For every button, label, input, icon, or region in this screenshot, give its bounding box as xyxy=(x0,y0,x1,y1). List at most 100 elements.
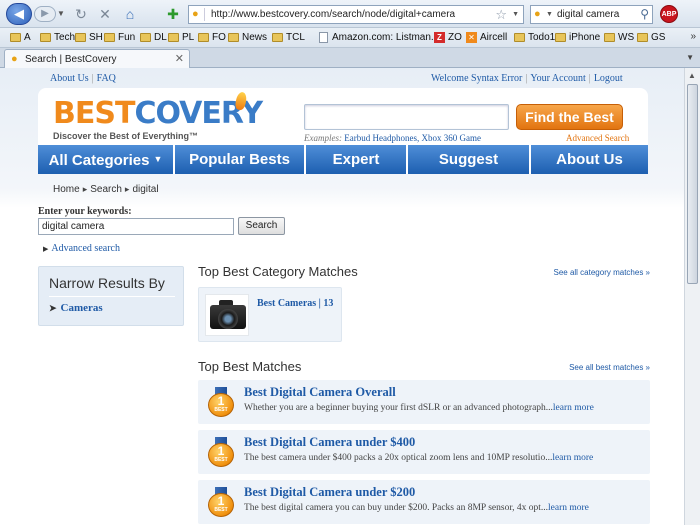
category-card[interactable]: Best Cameras | 13 xyxy=(198,287,342,342)
category-matches-title: Top Best Category Matches xyxy=(198,264,358,279)
bookmark-item[interactable]: News xyxy=(228,31,267,45)
bookmark-item[interactable]: DL xyxy=(140,31,167,45)
best-match-description: Whether you are a beginner buying your f… xyxy=(244,403,594,413)
learn-more-link[interactable]: learn more xyxy=(553,403,594,413)
see-all-best-matches-link[interactable]: See all best matches » xyxy=(569,363,650,372)
bookmark-item[interactable]: SH xyxy=(75,31,103,45)
best-medal-icon: 1 BEST xyxy=(206,387,236,417)
bookmark-item[interactable]: A xyxy=(10,31,31,45)
home-icon[interactable]: ⌂ xyxy=(121,5,139,23)
folder-icon xyxy=(168,33,179,42)
see-all-category-matches-link[interactable]: See all category matches » xyxy=(554,268,651,277)
bookmark-page-icon: ✕ xyxy=(466,32,477,43)
history-dropdown-icon[interactable]: ▼ xyxy=(57,9,65,18)
bookmark-item[interactable]: iPhone xyxy=(555,31,600,45)
best-match-item[interactable]: 1 BEST Best Digital Camera under $200 The b… xyxy=(198,480,650,524)
close-tab-icon[interactable]: ✕ xyxy=(175,52,184,65)
bookmark-page-icon xyxy=(319,32,328,43)
breadcrumb-search[interactable]: Search xyxy=(90,184,122,195)
find-the-best-button[interactable]: Find the Best xyxy=(516,104,623,130)
bookmark-item[interactable]: WS xyxy=(604,31,634,45)
folder-icon xyxy=(637,33,648,42)
tagline: Discover the Best of Everything™ xyxy=(53,131,199,141)
folder-icon xyxy=(555,33,566,42)
narrow-results-panel: Narrow Results By ➤ Cameras xyxy=(38,266,184,326)
welcome-link[interactable]: Welcome Syntax Error xyxy=(431,73,522,84)
bookmark-item[interactable]: Todo1 xyxy=(514,31,555,45)
tab-title: Search | BestCovery xyxy=(25,54,117,65)
triangle-right-icon: ▶ xyxy=(43,245,49,253)
scroll-up-icon[interactable]: ▲ xyxy=(688,71,696,80)
search-engine-dropdown-icon[interactable]: ▼ xyxy=(546,11,553,18)
bookmark-item[interactable]: PL xyxy=(168,31,194,45)
narrow-item-cameras[interactable]: ➤ Cameras xyxy=(49,302,103,314)
nav-popular-bests[interactable]: Popular Bests xyxy=(175,145,306,174)
best-match-title[interactable]: Best Digital Camera under $400 xyxy=(244,435,415,450)
keywords-input[interactable]: digital camera xyxy=(38,218,234,235)
advanced-search-toggle[interactable]: ▶ Advanced search xyxy=(43,243,120,254)
best-match-item[interactable]: 1 BEST Best Digital Camera under $400 The b… xyxy=(198,430,650,474)
bookmark-star-icon[interactable]: ☆ xyxy=(495,7,507,23)
url-bar[interactable]: ● http://www.bestcovery.com/search/node/… xyxy=(188,5,524,24)
search-icon[interactable]: ⚲ xyxy=(640,7,649,21)
bookmark-item[interactable]: Amazon.com: Listman... xyxy=(318,31,439,45)
best-matches-title: Top Best Matches xyxy=(198,359,302,374)
site-search-input[interactable] xyxy=(304,104,509,130)
advanced-search-link[interactable]: Advanced Search xyxy=(566,133,629,143)
breadcrumb-arrow-icon: ▸ xyxy=(124,184,130,194)
folder-icon xyxy=(514,33,525,42)
search-engine-icon[interactable]: ● xyxy=(534,8,541,20)
folder-icon xyxy=(198,33,209,42)
bookmark-item[interactable]: Fun xyxy=(104,31,135,45)
back-button[interactable]: ◀ xyxy=(6,3,32,25)
folder-icon xyxy=(10,33,21,42)
page-scrollbar[interactable]: ▲ xyxy=(684,68,700,525)
learn-more-link[interactable]: learn more xyxy=(552,453,593,463)
logout-link[interactable]: Logout xyxy=(594,73,623,84)
example-links[interactable]: Earbud Headphones, Xbox 360 Game xyxy=(344,133,481,143)
category-card-label[interactable]: Best Cameras | 13 xyxy=(257,298,333,309)
about-us-link[interactable]: About Us xyxy=(50,73,89,84)
stop-icon[interactable]: ✕ xyxy=(96,5,114,23)
bookmark-item[interactable]: ✕ Aircell xyxy=(466,31,507,45)
nav-about-us[interactable]: About Us xyxy=(531,145,648,174)
tab-active[interactable]: ● Search | BestCovery ✕ xyxy=(4,49,190,68)
tab-list-dropdown-icon[interactable]: ▼ xyxy=(686,53,694,62)
bookmark-item[interactable]: FO xyxy=(198,31,226,45)
nav-all-categories[interactable]: All Categories ▼ xyxy=(38,145,175,174)
site-logo[interactable]: BESTCOVERY xyxy=(53,98,263,130)
bookmarks-overflow-button[interactable]: » xyxy=(690,31,696,42)
breadcrumb-home[interactable]: Home xyxy=(53,184,80,195)
adblock-plus-icon[interactable]: ABP xyxy=(660,5,678,23)
bookmark-item[interactable]: Z ZO xyxy=(434,31,462,45)
your-account-link[interactable]: Your Account xyxy=(530,73,585,84)
bookmark-item[interactable]: Tech xyxy=(40,31,75,45)
faq-link[interactable]: FAQ xyxy=(97,73,116,84)
nav-expert[interactable]: Expert xyxy=(306,145,408,174)
browser-search-input[interactable]: digital camera xyxy=(557,9,619,20)
bookmark-item[interactable]: TCL xyxy=(272,31,305,45)
best-match-item[interactable]: 1 BEST Best Digital Camera Overall Whether … xyxy=(198,380,650,424)
tab-favicon-icon: ● xyxy=(11,53,18,65)
best-medal-icon: 1 BEST xyxy=(206,487,236,517)
browser-search-box[interactable]: ● ▼ digital camera ⚲ xyxy=(530,5,653,24)
search-button[interactable]: Search xyxy=(238,217,285,235)
best-medal-icon: 1 BEST xyxy=(206,437,236,467)
search-examples: Examples: Earbud Headphones, Xbox 360 Ga… xyxy=(304,133,481,143)
url-text[interactable]: http://www.bestcovery.com/search/node/di… xyxy=(211,9,455,20)
scroll-thumb[interactable] xyxy=(687,84,698,284)
refresh-icon[interactable]: ↻ xyxy=(72,5,90,23)
url-dropdown-icon[interactable]: ▼ xyxy=(512,11,519,18)
camera-thumbnail-icon[interactable] xyxy=(205,294,249,336)
best-match-title[interactable]: Best Digital Camera under $200 xyxy=(244,485,415,500)
best-match-title[interactable]: Best Digital Camera Overall xyxy=(244,385,396,400)
bookmark-item[interactable]: GS xyxy=(637,31,665,45)
learn-more-link[interactable]: learn more xyxy=(548,503,589,513)
bookmark-page-icon: Z xyxy=(434,32,445,43)
forward-button[interactable]: ▶ xyxy=(34,6,56,22)
folder-icon xyxy=(40,33,51,42)
nav-suggest[interactable]: Suggest xyxy=(408,145,531,174)
add-bookmark-icon[interactable]: ✚ xyxy=(164,5,182,23)
top-links-right: Welcome Syntax Error | Your Account | Logout xyxy=(431,73,623,84)
breadcrumb: Home ▸ Search ▸ digital xyxy=(53,184,159,195)
